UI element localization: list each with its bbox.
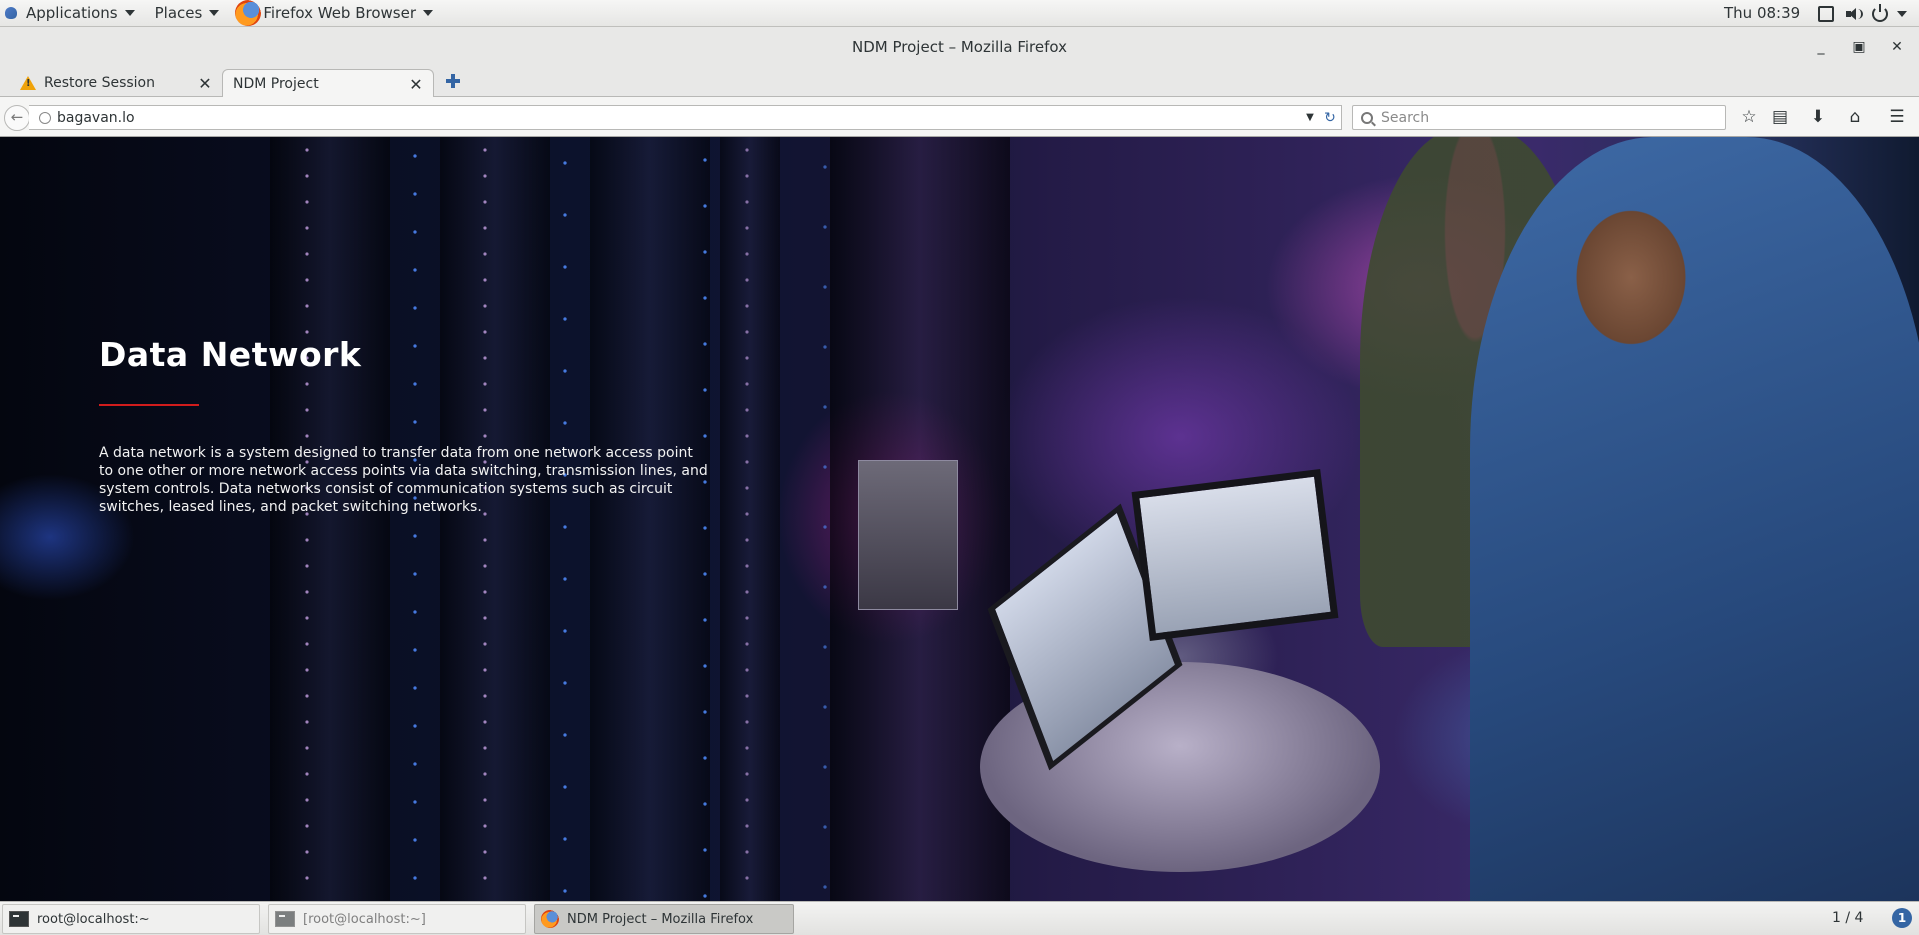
search-icon <box>1361 111 1373 124</box>
places-menu-label: Places <box>154 4 203 22</box>
firefox-icon <box>235 0 262 26</box>
url-text[interactable]: bagavan.lo <box>57 110 1301 126</box>
taskbar-item-label: [root@localhost:~] <box>303 911 426 927</box>
warning-icon <box>20 76 36 90</box>
close-window-button[interactable]: ✕ <box>1882 27 1912 67</box>
url-history-dropdown-icon[interactable]: ▼ <box>1301 112 1319 123</box>
window-list-taskbar: root@localhost:~ [root@localhost:~] NDM … <box>0 901 1919 935</box>
close-tab-icon[interactable]: ✕ <box>198 74 212 93</box>
hero-description: A data network is a system designed to t… <box>99 445 708 515</box>
page-title: Data Network <box>99 335 362 374</box>
applications-menu-label: Applications <box>26 4 118 22</box>
title-divider <box>99 404 199 406</box>
minimize-button[interactable]: _ <box>1806 27 1836 67</box>
firefox-icon <box>541 910 559 928</box>
notification-icon[interactable]: 1 <box>1892 908 1912 928</box>
back-button[interactable]: ← <box>4 105 30 131</box>
terminal-icon <box>275 911 295 927</box>
tab-strip: Restore Session ✕ NDM Project ✕ <box>0 67 1919 98</box>
power-icon[interactable] <box>1872 4 1888 22</box>
taskbar-item-label: root@localhost:~ <box>37 911 150 927</box>
search-bar[interactable] <box>1352 105 1726 130</box>
applications-menu[interactable]: Applications <box>0 0 145 27</box>
navigation-toolbar: ← bagavan.lo ▼ ↻ ☆ ▤ ⬇ ⌂ ☰ <box>0 97 1919 137</box>
tab-ndm-project[interactable]: NDM Project ✕ <box>222 69 434 98</box>
downloads-icon[interactable]: ⬇ <box>1806 106 1830 128</box>
display-icon[interactable] <box>1818 6 1834 22</box>
bookmark-star-icon[interactable]: ☆ <box>1737 106 1761 128</box>
workspace-indicator[interactable]: 1 / 4 <box>1832 908 1863 928</box>
taskbar-item-label: NDM Project – Mozilla Firefox <box>567 911 754 927</box>
url-bar[interactable]: bagavan.lo ▼ ↻ <box>29 105 1342 130</box>
volume-icon[interactable] <box>1845 6 1863 22</box>
window-titlebar: NDM Project – Mozilla Firefox _ ▣ ✕ <box>0 27 1919 67</box>
tab-restore-session[interactable]: Restore Session ✕ <box>0 69 222 97</box>
site-identity-icon[interactable] <box>39 111 51 124</box>
page-content: Data Network A data network is a system … <box>0 137 1919 901</box>
places-menu[interactable]: Places <box>145 0 230 27</box>
tab-label: Restore Session <box>44 75 155 91</box>
reload-icon[interactable]: ↻ <box>1319 110 1341 126</box>
taskbar-item-terminal-2[interactable]: [root@localhost:~] <box>268 904 526 934</box>
chevron-down-icon <box>423 10 434 16</box>
window-title: NDM Project – Mozilla Firefox <box>852 38 1067 56</box>
chevron-down-icon <box>124 10 135 16</box>
gnome-foot-icon <box>4 5 20 21</box>
taskbar-item-terminal-1[interactable]: root@localhost:~ <box>2 904 260 934</box>
system-menu-chevron-icon[interactable] <box>1897 11 1907 17</box>
new-tab-button[interactable] <box>445 73 461 89</box>
maximize-button[interactable]: ▣ <box>1844 27 1874 67</box>
chevron-down-icon <box>209 10 220 16</box>
hamburger-menu-icon[interactable]: ☰ <box>1885 106 1909 128</box>
close-tab-icon[interactable]: ✕ <box>409 75 423 94</box>
hero-section: Data Network A data network is a system … <box>99 335 709 516</box>
search-input[interactable] <box>1381 109 1725 126</box>
back-arrow-icon: ← <box>10 108 24 126</box>
home-icon[interactable]: ⌂ <box>1843 106 1867 128</box>
clock[interactable]: Thu 08:39 <box>1724 0 1800 27</box>
bookmarks-list-icon[interactable]: ▤ <box>1768 106 1792 128</box>
terminal-icon <box>9 911 29 927</box>
gnome-top-bar: Applications Places Firefox Web Browser … <box>0 0 1919 27</box>
app-menu[interactable]: Firefox Web Browser <box>229 0 443 27</box>
tab-label: NDM Project <box>233 76 319 92</box>
app-menu-label: Firefox Web Browser <box>263 4 417 22</box>
taskbar-item-firefox[interactable]: NDM Project – Mozilla Firefox <box>534 904 794 934</box>
